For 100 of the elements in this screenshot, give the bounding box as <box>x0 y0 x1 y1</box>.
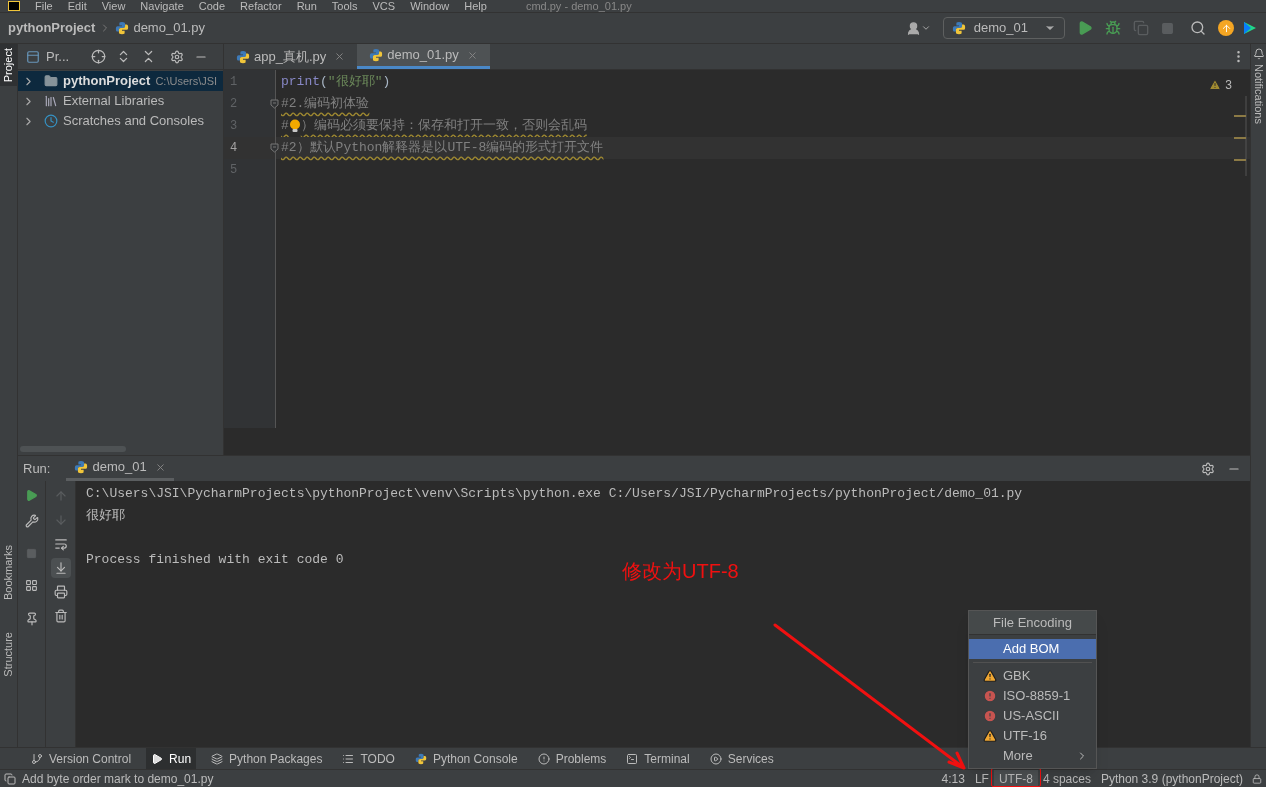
popup-title: File Encoding <box>969 611 1096 635</box>
tree-item[interactable]: Scratches and Consoles <box>18 111 223 131</box>
side-tab[interactable]: Notifications <box>1250 64 1266 124</box>
menu-item[interactable]: Run <box>296 0 317 12</box>
code-token: ) <box>382 73 391 92</box>
menu-item[interactable]: View <box>101 0 126 12</box>
tool-window-button[interactable]: Problems <box>532 748 612 769</box>
locate-icon[interactable] <box>91 49 107 64</box>
search-icon[interactable] <box>1190 20 1206 36</box>
code-comment: #2.编码初体验 <box>281 95 370 114</box>
soft-wrap-icon[interactable] <box>53 537 68 551</box>
tree-item[interactable]: External Libraries <box>18 91 223 111</box>
python-file-icon <box>369 48 384 62</box>
lock-icon[interactable] <box>1252 773 1262 784</box>
menu-item[interactable]: Tools <box>331 0 358 12</box>
scroll-to-end-icon[interactable] <box>50 558 71 578</box>
console-command: C:\Users\JSI\PycharmProjects\pythonProject\venv\Scripts\python.exe C:/Users/JSI/PycharmProjects/pythonProject/demo_01.py <box>86 485 1024 504</box>
menu-item[interactable]: ISO-8859-1 <box>969 686 1096 706</box>
update-icon[interactable] <box>1218 20 1234 36</box>
layers-icon <box>211 752 224 765</box>
code-comment: # <box>281 117 289 136</box>
editor-tab[interactable]: demo_01.py <box>357 44 490 69</box>
menu-item[interactable]: Window <box>410 0 450 12</box>
menu-item[interactable]: GBK <box>969 666 1096 686</box>
fold-marker-icon[interactable] <box>270 143 279 153</box>
close-icon[interactable] <box>154 461 166 473</box>
menu-item[interactable]: File <box>35 0 53 12</box>
menu-item[interactable]: Navigate <box>140 0 184 12</box>
warning-icon[interactable] <box>1209 79 1222 91</box>
settings-icon[interactable] <box>1201 461 1215 476</box>
menu-item[interactable]: UTF-16 <box>969 726 1096 746</box>
status-item[interactable]: Python 3.9 (pythonProject) <box>1095 770 1248 787</box>
error-icon <box>983 709 997 723</box>
line-number: 4 <box>230 140 238 157</box>
trash-icon[interactable] <box>53 609 68 623</box>
menu-item[interactable]: Help <box>464 0 487 12</box>
python-icon <box>951 21 966 35</box>
branch-icon <box>31 752 43 765</box>
terminal-icon <box>626 752 639 765</box>
status-item[interactable]: UTF-8 <box>993 770 1038 787</box>
debug-icon[interactable] <box>1105 20 1121 36</box>
side-tab[interactable]: Structure <box>0 628 17 681</box>
plugin-logo-icon[interactable] <box>1242 20 1258 36</box>
tool-window-button[interactable]: TODO <box>337 748 400 769</box>
menu-item[interactable]: US-ASCII <box>969 706 1096 726</box>
code-token: print <box>281 73 320 92</box>
tool-window-button[interactable]: Version Control <box>26 748 137 769</box>
annotation-text: 修改为UTF-8 <box>622 559 739 584</box>
tree-item-path: C:\Users\JSI <box>155 73 218 89</box>
status-item[interactable]: LF <box>969 770 994 787</box>
code-token: "很好耶" <box>327 73 383 92</box>
user-icon[interactable] <box>905 20 931 36</box>
play-circle-icon <box>709 752 722 765</box>
print-icon[interactable] <box>53 585 68 599</box>
status-item[interactable]: 4 spaces <box>1037 770 1096 787</box>
app-logo-icon <box>8 1 20 11</box>
pin-icon[interactable] <box>24 612 39 626</box>
menu-item[interactable]: Edit <box>67 0 87 12</box>
alert-icon <box>537 752 550 765</box>
layout-icon[interactable] <box>25 579 38 592</box>
tool-window-button[interactable]: Run <box>146 748 197 769</box>
menu-item[interactable]: More <box>969 746 1096 766</box>
run-icon[interactable] <box>1077 20 1093 36</box>
bell-icon[interactable] <box>1252 48 1265 60</box>
menu-item[interactable]: Code <box>198 0 226 12</box>
warning-count[interactable]: 3 <box>1225 76 1232 94</box>
tool-window-button[interactable]: Python Console <box>409 748 523 769</box>
run-config-dropdown[interactable]: demo_01 <box>942 17 1065 39</box>
tree-item[interactable]: pythonProject C:\Users\JSI <box>18 71 223 91</box>
settings-icon[interactable] <box>170 49 185 64</box>
tool-window-button[interactable]: Python Packages <box>206 748 328 769</box>
panel-title[interactable]: Pr... <box>46 46 70 67</box>
side-tab[interactable]: Project <box>0 44 17 87</box>
panel-icon <box>26 49 40 64</box>
error-icon <box>983 689 997 703</box>
menu-item[interactable]: VCS <box>372 0 396 12</box>
menu-item[interactable]: Refactor <box>240 0 282 12</box>
fold-marker-icon[interactable] <box>270 99 279 109</box>
warning-icon <box>983 669 997 683</box>
wrench-icon[interactable] <box>24 514 39 528</box>
python-file-icon <box>115 21 130 35</box>
breadcrumb[interactable]: demo_01.py <box>133 18 205 38</box>
tool-window-button[interactable]: Terminal <box>621 748 695 769</box>
lightbulb-icon[interactable] <box>288 119 301 133</box>
rerun-icon[interactable] <box>25 489 38 502</box>
console-output: 很好耶 <box>86 507 126 526</box>
window-title: cmd.py - demo_01.py <box>525 0 632 12</box>
status-icon <box>4 772 16 785</box>
editor-tab[interactable]: app_真机.py <box>224 44 358 69</box>
breadcrumb[interactable]: pythonProject <box>8 18 96 38</box>
python-icon <box>74 460 89 474</box>
side-tab[interactable]: Bookmarks <box>0 541 17 605</box>
tool-window-button[interactable]: Services <box>704 748 779 769</box>
close-icon[interactable] <box>334 51 346 62</box>
menu-item[interactable]: Add BOM <box>969 639 1096 659</box>
status-item[interactable]: 4:13 <box>936 770 970 787</box>
scratches-icon <box>44 114 58 128</box>
list-icon <box>342 752 355 765</box>
code-comment: #2）默认Python解释器是以UTF-8编码的形式打开文件 <box>281 139 604 158</box>
status-message: Add byte order mark to demo_01.py <box>22 770 214 787</box>
